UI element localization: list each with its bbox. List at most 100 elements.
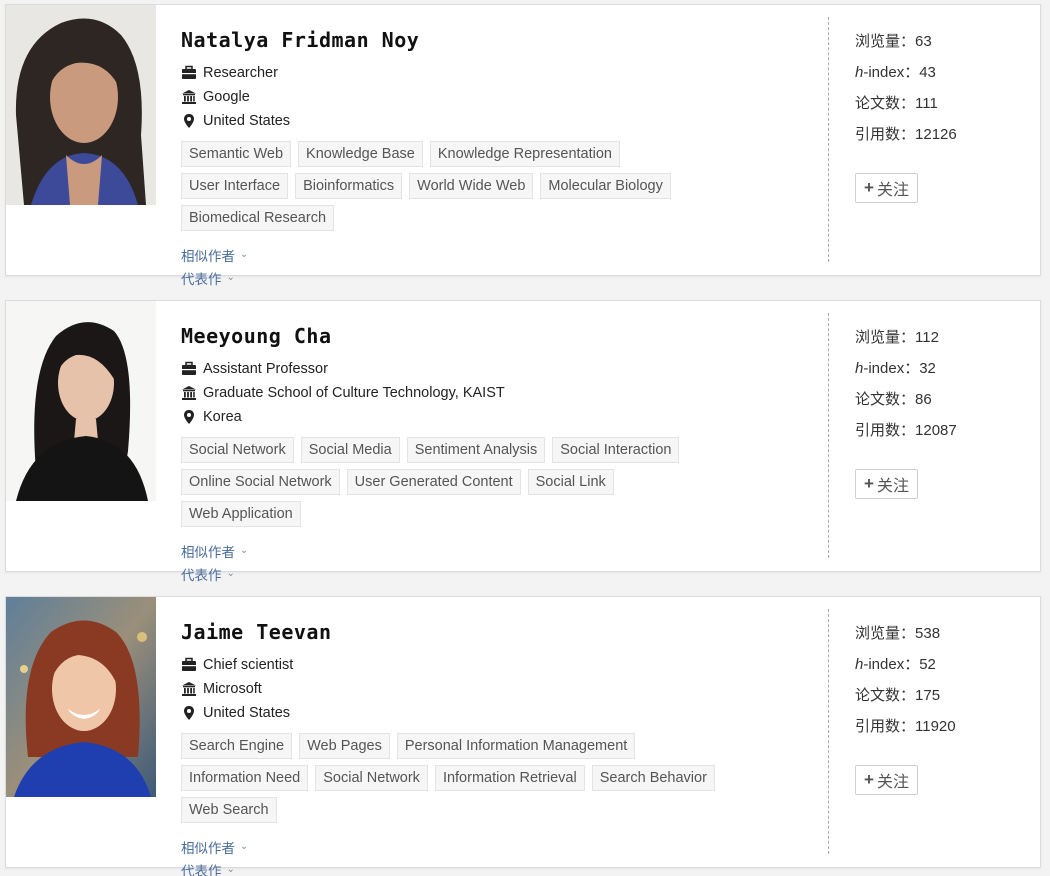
research-tag[interactable]: Search Engine (181, 733, 293, 759)
representative-works-label: 代表作 (181, 567, 222, 583)
map-pin-icon (181, 705, 197, 721)
research-tag[interactable]: Biomedical Research (181, 205, 335, 231)
research-tag[interactable]: Molecular Biology (540, 173, 671, 199)
chevron-down-icon: ⌄ (226, 272, 235, 283)
author-card: Meeyoung Cha Assistant Professor Graduat… (5, 300, 1041, 583)
author-stats: 浏览量：63 h-index：43 论文数：111 引用数：12126 + 关注 (855, 29, 1025, 203)
representative-works-label: 代表作 (181, 863, 222, 876)
author-name[interactable]: Jaime Teevan (181, 619, 821, 645)
author-affiliation-line: Graduate School of Culture Technology, K… (181, 381, 821, 405)
research-tag[interactable]: Information Need (181, 765, 309, 791)
author-name[interactable]: Meeyoung Cha (181, 323, 821, 349)
research-tag[interactable]: Social Network (181, 437, 294, 463)
chevron-down-icon: ⌄ (240, 249, 249, 260)
research-tag[interactable]: Search Behavior (591, 765, 715, 791)
author-photo[interactable] (6, 301, 156, 501)
author-location: United States (203, 113, 291, 129)
research-tag[interactable]: Social Media (300, 437, 400, 463)
representative-works-toggle[interactable]: 代表作 ⌄ (181, 266, 821, 289)
research-tag[interactable]: Online Social Network (181, 469, 340, 495)
follow-button[interactable]: + 关注 (855, 173, 918, 203)
similar-authors-toggle[interactable]: 相似作者 ⌄ (181, 835, 821, 858)
institution-icon (181, 385, 197, 401)
representative-works-toggle[interactable]: 代表作 ⌄ (181, 562, 821, 585)
map-pin-icon (181, 409, 197, 425)
stat-citations: 引用数：11920 (855, 718, 956, 735)
follow-label: 关注 (876, 478, 909, 495)
representative-works-label: 代表作 (181, 271, 222, 287)
author-photo[interactable] (6, 5, 156, 205)
author-location: United States (203, 705, 291, 721)
author-stats: 浏览量：538 h-index：52 论文数：175 引用数：11920 + 关注 (855, 621, 1025, 795)
research-tags: Search Engine Web Pages Personal Informa… (181, 733, 741, 829)
stat-citations: 引用数：12126 (855, 126, 957, 143)
institution-icon (181, 681, 197, 697)
chevron-down-icon: ⌄ (226, 864, 235, 875)
similar-authors-toggle[interactable]: 相似作者 ⌄ (181, 539, 821, 562)
research-tag[interactable]: Social Network (315, 765, 428, 791)
research-tag[interactable]: User Interface (181, 173, 289, 199)
follow-label: 关注 (876, 182, 909, 199)
author-position: Assistant Professor (203, 361, 328, 377)
author-affiliation: Graduate School of Culture Technology, K… (203, 385, 505, 401)
research-tag[interactable]: Information Retrieval (434, 765, 585, 791)
research-tag[interactable]: Web Application (181, 501, 301, 527)
author-links: 相似作者 ⌄ 代表作 ⌄ (181, 243, 821, 289)
follow-button[interactable]: + 关注 (855, 765, 918, 795)
stat-papers: 论文数：175 (855, 687, 941, 704)
plus-icon: + (864, 178, 874, 197)
chevron-down-icon: ⌄ (240, 545, 249, 556)
similar-authors-label: 相似作者 (181, 248, 235, 264)
stat-citations: 引用数：12087 (855, 422, 957, 439)
research-tag[interactable]: World Wide Web (409, 173, 534, 199)
author-location-line: United States (181, 109, 821, 133)
author-links: 相似作者 ⌄ 代表作 ⌄ (181, 539, 821, 585)
card-divider (828, 609, 829, 854)
research-tag[interactable]: Personal Information Management (396, 733, 636, 759)
similar-authors-toggle[interactable]: 相似作者 ⌄ (181, 243, 821, 266)
author-position-line: Assistant Professor (181, 357, 821, 381)
author-location: Korea (203, 409, 242, 425)
card-divider (828, 313, 829, 558)
research-tags: Semantic Web Knowledge Base Knowledge Re… (181, 141, 741, 237)
follow-button[interactable]: + 关注 (855, 469, 918, 499)
similar-authors-label: 相似作者 (181, 840, 235, 856)
stat-views: 浏览量：112 (855, 329, 939, 346)
map-pin-icon (181, 113, 197, 129)
stat-papers: 论文数：111 (855, 95, 938, 112)
author-photo-image (6, 597, 156, 797)
author-affiliation-line: Google (181, 85, 821, 109)
author-affiliation: Microsoft (203, 681, 262, 697)
author-list: Natalya Fridman Noy Researcher Google Un… (0, 0, 1050, 876)
author-info: Natalya Fridman Noy Researcher Google Un… (181, 27, 821, 289)
stat-h-index: h-index：43 (855, 64, 936, 81)
research-tag[interactable]: Knowledge Base (298, 141, 423, 167)
research-tag[interactable]: Semantic Web (181, 141, 292, 167)
research-tag[interactable]: Web Search (181, 797, 277, 823)
stat-views: 浏览量：63 (855, 33, 932, 50)
research-tag[interactable]: Social Interaction (552, 437, 680, 463)
research-tag[interactable]: Bioinformatics (295, 173, 403, 199)
author-affiliation: Google (203, 89, 250, 105)
author-links: 相似作者 ⌄ 代表作 ⌄ (181, 835, 821, 876)
plus-icon: + (864, 770, 874, 789)
author-photo[interactable] (6, 597, 156, 797)
stat-views: 浏览量：538 (855, 625, 941, 642)
research-tag[interactable]: Knowledge Representation (429, 141, 620, 167)
research-tag[interactable]: Web Pages (299, 733, 390, 759)
author-position: Chief scientist (203, 657, 294, 673)
research-tag[interactable]: User Generated Content (346, 469, 521, 495)
author-name[interactable]: Natalya Fridman Noy (181, 27, 821, 53)
similar-authors-label: 相似作者 (181, 544, 235, 560)
research-tag[interactable]: Social Link (527, 469, 614, 495)
research-tag[interactable]: Sentiment Analysis (406, 437, 546, 463)
author-info: Meeyoung Cha Assistant Professor Graduat… (181, 323, 821, 585)
author-location-line: Korea (181, 405, 821, 429)
briefcase-icon (181, 361, 197, 377)
author-position-line: Researcher (181, 61, 821, 85)
representative-works-toggle[interactable]: 代表作 ⌄ (181, 858, 821, 876)
author-card: Natalya Fridman Noy Researcher Google Un… (5, 4, 1041, 287)
follow-label: 关注 (876, 774, 909, 791)
stat-papers: 论文数：86 (855, 391, 932, 408)
author-info: Jaime Teevan Chief scientist Microsoft U… (181, 619, 821, 876)
